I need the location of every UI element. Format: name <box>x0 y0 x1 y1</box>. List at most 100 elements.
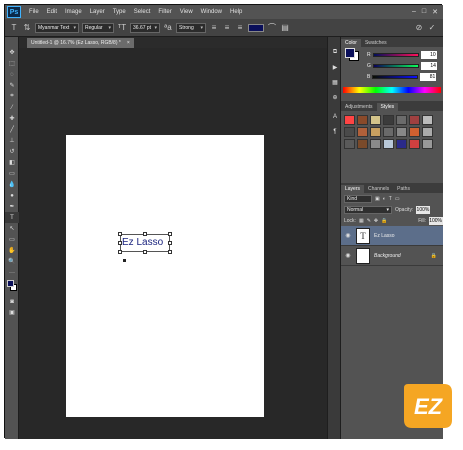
tab-channels[interactable]: Channels <box>364 185 393 193</box>
gradient-tool-icon[interactable]: ▭ <box>5 168 19 179</box>
document-text[interactable]: Ez Lasso <box>122 237 163 248</box>
history-brush-tool-icon[interactable]: ↺ <box>5 146 19 157</box>
clone-stamp-tool-icon[interactable]: ⊥ <box>5 135 19 146</box>
green-value[interactable]: 14 <box>420 61 437 70</box>
style-swatch[interactable] <box>357 139 368 149</box>
tab-color[interactable]: Color <box>341 39 361 47</box>
type-tool-icon[interactable]: T <box>5 212 19 223</box>
clone-source-icon[interactable]: ⊕ <box>328 92 342 103</box>
menu-edit[interactable]: Edit <box>43 9 61 15</box>
zoom-tool-icon[interactable]: 🔍 <box>5 256 19 267</box>
eyedropper-tool-icon[interactable]: ⁄ <box>5 102 19 113</box>
menu-file[interactable]: File <box>25 9 43 15</box>
style-swatch[interactable] <box>409 127 420 137</box>
fill-field[interactable]: 100% <box>429 216 443 225</box>
menu-window[interactable]: Window <box>197 9 226 15</box>
menu-help[interactable]: Help <box>226 9 246 15</box>
menu-image[interactable]: Image <box>61 9 86 15</box>
quick-mask-icon[interactable]: ◙ <box>5 296 19 307</box>
align-right-icon[interactable]: ≡ <box>235 23 245 32</box>
font-family-select[interactable]: Myanmar Text ▾ <box>35 22 79 33</box>
close-tab-icon[interactable]: × <box>127 40 130 46</box>
style-swatch[interactable] <box>396 115 407 125</box>
path-selection-tool-icon[interactable]: ↖ <box>5 223 19 234</box>
transform-handle[interactable] <box>118 250 122 254</box>
transform-handle[interactable] <box>168 250 172 254</box>
layer-name[interactable]: Background <box>374 253 401 259</box>
blue-slider[interactable] <box>372 74 419 79</box>
style-swatch[interactable] <box>357 127 368 137</box>
text-layer-bounding-box[interactable]: Ez Lasso <box>118 232 172 254</box>
quick-select-tool-icon[interactable]: ✎ <box>5 80 19 91</box>
warp-text-icon[interactable]: ⌒ <box>267 22 277 33</box>
foreground-color-swatch[interactable] <box>345 48 355 58</box>
close-window-button[interactable]: ✕ <box>432 8 438 16</box>
style-swatch[interactable] <box>370 127 381 137</box>
blend-mode-select[interactable]: Normal ▾ <box>344 205 392 214</box>
lock-brush-icon[interactable]: ✎ <box>367 218 371 224</box>
filter-adjust-icon[interactable]: ◐ <box>383 196 386 202</box>
healing-tool-icon[interactable]: ✚ <box>5 113 19 124</box>
document-tab[interactable]: Untitled-1 @ 16.7% (Ez Lasso, RGB/8) * × <box>27 38 134 48</box>
transform-handle[interactable] <box>168 241 172 245</box>
eraser-tool-icon[interactable]: ◧ <box>5 157 19 168</box>
menu-view[interactable]: View <box>176 9 197 15</box>
edit-toolbar-icon[interactable]: ··· <box>5 267 19 278</box>
blur-tool-icon[interactable]: 💧 <box>5 179 19 190</box>
menu-filter[interactable]: Filter <box>154 9 175 15</box>
eye-icon[interactable]: ◉ <box>344 252 352 259</box>
brush-panel-icon[interactable]: ▦ <box>328 77 342 88</box>
filter-pixel-icon[interactable]: ▣ <box>375 196 380 202</box>
character-panel-icon[interactable]: A <box>328 111 342 122</box>
menu-select[interactable]: Select <box>130 9 155 15</box>
history-panel-icon[interactable]: ⧉ <box>328 47 342 58</box>
tab-swatches[interactable]: Swatches <box>361 39 391 47</box>
style-swatch[interactable] <box>422 127 433 137</box>
layer-kind-filter[interactable]: Kind <box>344 194 372 203</box>
style-swatch[interactable] <box>409 139 420 149</box>
screen-mode-icon[interactable]: ▣ <box>5 307 19 318</box>
layer-name[interactable]: Ez Lasso <box>374 233 395 239</box>
commit-check-icon[interactable]: ✓ <box>427 23 437 32</box>
type-tool-icon[interactable]: T <box>9 23 19 32</box>
text-color-swatch[interactable] <box>248 23 264 32</box>
maximize-button[interactable]: □ <box>422 8 426 16</box>
opacity-field[interactable]: 100% <box>416 205 431 214</box>
foreground-background-swatch[interactable] <box>5 278 19 296</box>
layer-row[interactable]: ◉ Background 🔒 <box>341 246 443 266</box>
align-left-icon[interactable]: ≡ <box>209 23 219 32</box>
move-tool-icon[interactable]: ✥ <box>5 47 19 58</box>
shape-tool-icon[interactable]: ▭ <box>5 234 19 245</box>
style-swatch[interactable] <box>344 115 355 125</box>
style-swatch[interactable] <box>344 139 355 149</box>
eye-icon[interactable]: ◉ <box>344 232 352 239</box>
style-swatch[interactable] <box>422 139 433 149</box>
font-size-select[interactable]: 36.67 pt ▾ <box>130 22 160 33</box>
style-swatch[interactable] <box>357 115 368 125</box>
document-canvas[interactable] <box>66 135 264 417</box>
filter-type-icon[interactable]: T <box>389 196 392 202</box>
style-swatch[interactable] <box>383 127 394 137</box>
color-spectrum[interactable] <box>343 87 441 93</box>
transform-handle[interactable] <box>143 250 147 254</box>
style-swatch[interactable] <box>370 115 381 125</box>
transform-handle[interactable] <box>168 232 172 236</box>
transform-handle[interactable] <box>118 232 122 236</box>
style-swatch[interactable] <box>344 127 355 137</box>
green-slider[interactable] <box>372 63 419 68</box>
style-swatch[interactable] <box>396 127 407 137</box>
text-orientation-icon[interactable]: ⇅ <box>22 23 32 32</box>
lasso-tool-icon[interactable]: ◌ <box>5 69 19 80</box>
transform-handle[interactable] <box>118 241 122 245</box>
lock-pixels-icon[interactable]: ▦ <box>359 218 364 224</box>
align-center-icon[interactable]: ≡ <box>222 23 232 32</box>
style-swatch[interactable] <box>383 115 394 125</box>
layer-row[interactable]: ◉ T Ez Lasso <box>341 226 443 246</box>
crop-tool-icon[interactable]: ⌗ <box>5 91 19 102</box>
foreground-color-swatch[interactable] <box>7 280 14 287</box>
red-value[interactable]: 10 <box>420 50 437 59</box>
dodge-tool-icon[interactable]: ● <box>5 190 19 201</box>
filter-shape-icon[interactable]: ▭ <box>395 196 400 202</box>
menu-type[interactable]: Type <box>109 9 130 15</box>
menu-layer[interactable]: Layer <box>86 9 109 15</box>
